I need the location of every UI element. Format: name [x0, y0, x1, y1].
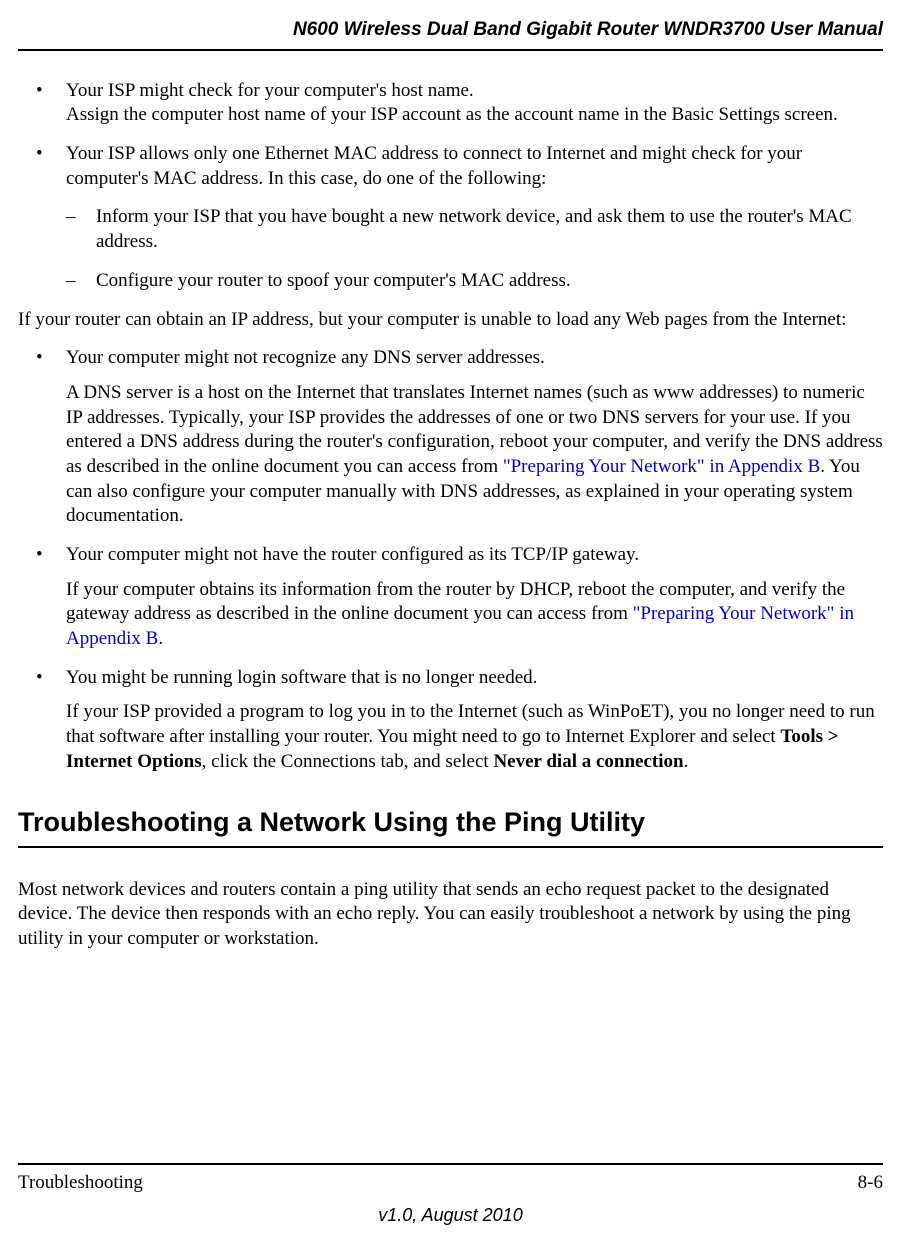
dash-item: – Inform your ISP that you have bought a… [18, 205, 883, 254]
text: Your computer might not recognize any DN… [66, 347, 545, 368]
footer-version: v1.0, August 2010 [18, 1204, 883, 1227]
footer-row: Troubleshooting 8-6 [18, 1171, 883, 1196]
bullet-text: Your ISP might check for your computer's… [66, 79, 883, 128]
bullet-text: Your computer might not have the router … [66, 543, 883, 652]
footer-rule [18, 1163, 883, 1165]
header-title: N600 Wireless Dual Band Gigabit Router W… [0, 18, 901, 49]
bullet-marker: • [18, 79, 66, 128]
section-heading: Troubleshooting a Network Using the Ping… [18, 805, 883, 840]
text: If your ISP provided a program to log yo… [66, 701, 875, 747]
bullet-item: • Your ISP allows only one Ethernet MAC … [18, 142, 883, 191]
dash-marker: – [18, 205, 96, 254]
bullet-marker: • [18, 543, 66, 652]
bullet-marker: • [18, 142, 66, 191]
bullet-item: • Your computer might not have the route… [18, 543, 883, 652]
footer-page-number: 8-6 [858, 1171, 883, 1196]
bullet-item: • Your computer might not recognize any … [18, 346, 883, 529]
text: Assign the computer host name of your IS… [66, 104, 838, 125]
paragraph: Most network devices and routers contain… [18, 878, 883, 952]
page-footer: Troubleshooting 8-6 v1.0, August 2010 [18, 1163, 883, 1227]
bullet-marker: • [18, 346, 66, 529]
bullet-item: • Your ISP might check for your computer… [18, 79, 883, 128]
text: Your ISP might check for your computer's… [66, 80, 474, 101]
bold-text: Never dial a connection [493, 751, 683, 772]
text: . [684, 751, 689, 772]
page-content: • Your ISP might check for your computer… [0, 79, 901, 952]
dash-marker: – [18, 269, 96, 294]
bullet-text: You might be running login software that… [66, 666, 883, 775]
dash-item: – Configure your router to spoof your co… [18, 269, 883, 294]
bullet-item: • You might be running login software th… [18, 666, 883, 775]
footer-section-name: Troubleshooting [18, 1171, 143, 1196]
bullet-text: Your computer might not recognize any DN… [66, 346, 883, 529]
sub-paragraph: If your computer obtains its information… [66, 578, 883, 652]
section-rule [18, 846, 883, 848]
sub-paragraph: A DNS server is a host on the Internet t… [66, 381, 883, 529]
paragraph: If your router can obtain an IP address,… [18, 308, 883, 333]
text: . [158, 628, 163, 649]
dash-text: Inform your ISP that you have bought a n… [96, 205, 883, 254]
sub-paragraph: If your ISP provided a program to log yo… [66, 700, 883, 774]
document-page: N600 Wireless Dual Band Gigabit Router W… [0, 0, 901, 1247]
text: You might be running login software that… [66, 667, 537, 688]
dash-text: Configure your router to spoof your comp… [96, 269, 883, 294]
text: , click the Connections tab, and select [202, 751, 494, 772]
link-appendix-b[interactable]: "Preparing Your Network" in Appendix B [503, 456, 820, 477]
bullet-marker: • [18, 666, 66, 775]
header-rule [18, 49, 883, 51]
text: Your computer might not have the router … [66, 544, 639, 565]
bullet-text: Your ISP allows only one Ethernet MAC ad… [66, 142, 883, 191]
